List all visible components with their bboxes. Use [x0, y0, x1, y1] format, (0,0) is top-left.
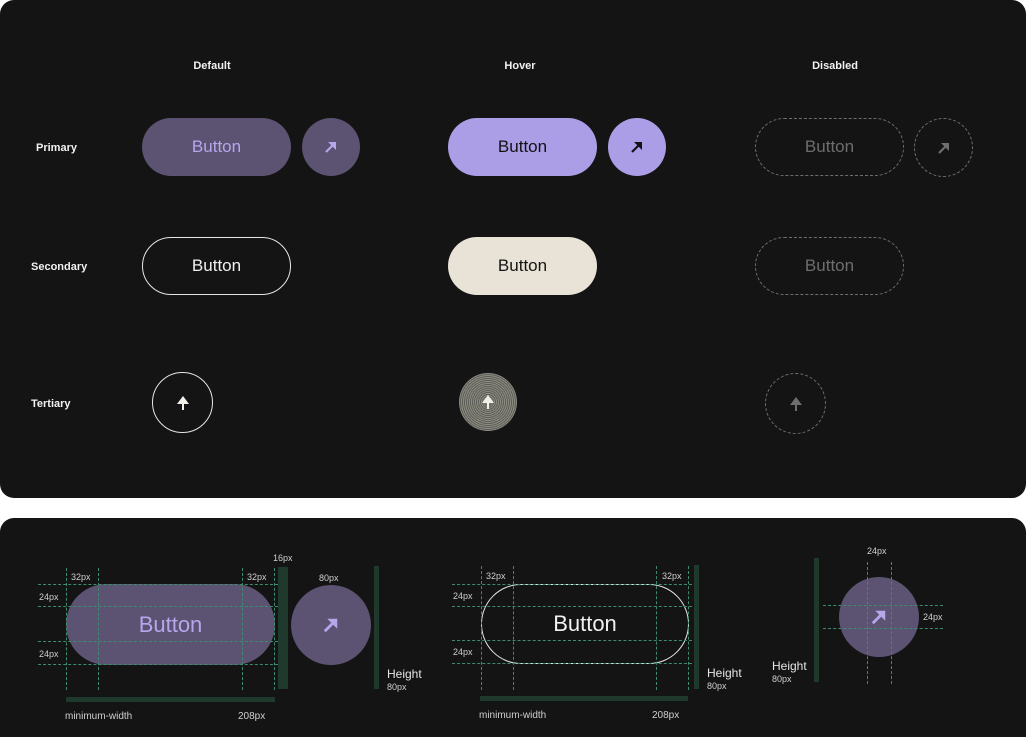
arrow-up-icon — [176, 395, 189, 410]
padding-label: 24px — [867, 546, 887, 556]
arrow-up-icon — [789, 396, 802, 411]
tertiary-icon-button-disabled[interactable] — [765, 373, 826, 434]
button-label: Button — [191, 256, 242, 275]
min-width-value: 208px — [652, 710, 680, 721]
tertiary-icon-button-default[interactable] — [152, 372, 213, 433]
primary-icon-button-disabled[interactable] — [914, 118, 973, 177]
height-label: Height — [772, 659, 807, 673]
height-value: 80px — [772, 674, 792, 684]
spec-primary-icon-button — [291, 585, 371, 665]
guide-line — [867, 562, 868, 684]
arrow-up-right-icon — [325, 142, 336, 153]
height-indicator — [374, 566, 379, 689]
button-label: Button — [497, 137, 548, 156]
padding-label: 32px — [662, 571, 682, 581]
button-label: Button — [138, 611, 203, 637]
height-label: Height — [387, 667, 422, 681]
padding-label: 32px — [247, 572, 267, 582]
primary-button-hover[interactable]: Button — [448, 118, 597, 176]
min-width-label: minimum-width — [479, 710, 547, 721]
column-header-default: Default — [193, 60, 231, 72]
guide-line — [66, 568, 67, 690]
secondary-button-disabled[interactable]: Button — [755, 237, 904, 295]
arrow-up-right-icon — [937, 142, 949, 154]
button-states-panel: Default Hover Disabled Primary Secondary… — [0, 0, 1026, 498]
tertiary-icon-button-hover[interactable] — [459, 373, 517, 431]
button-label: Button — [497, 256, 548, 275]
primary-button-disabled[interactable]: Button — [755, 118, 904, 176]
primary-icon-button-default[interactable] — [302, 118, 360, 176]
guide-line — [481, 566, 482, 690]
padding-label: 24px — [453, 591, 473, 601]
button-label: Button — [804, 137, 855, 156]
primary-button-default[interactable]: Button — [142, 118, 291, 176]
width-indicator — [480, 696, 688, 701]
height-indicator — [814, 558, 819, 682]
padding-label: 24px — [453, 647, 473, 657]
arrow-up-right-icon — [871, 610, 886, 625]
height-indicator — [694, 565, 699, 689]
button-label: Button — [553, 611, 617, 636]
guide-line — [823, 605, 943, 606]
gap-indicator — [278, 567, 288, 689]
guide-line — [823, 628, 943, 629]
height-value: 80px — [387, 682, 407, 692]
column-header-disabled: Disabled — [812, 60, 858, 72]
width-indicator — [66, 697, 275, 702]
padding-label: 32px — [71, 572, 91, 582]
height-value: 80px — [707, 681, 727, 691]
size-label: 80px — [319, 573, 339, 583]
primary-icon-button-hover[interactable] — [608, 118, 666, 176]
padding-label: 24px — [39, 649, 59, 659]
padding-label: 24px — [923, 612, 943, 622]
arrow-up-icon — [482, 395, 494, 409]
guide-line — [513, 566, 514, 690]
button-label: Button — [804, 256, 855, 275]
arrow-up-right-icon — [631, 142, 642, 153]
guide-line — [688, 566, 689, 690]
guide-line — [656, 566, 657, 690]
column-header-hover: Hover — [504, 60, 536, 72]
spec-icon-button — [839, 577, 919, 657]
guide-line — [274, 568, 275, 690]
gap-label: 16px — [273, 553, 293, 563]
padding-label: 32px — [486, 571, 506, 581]
min-width-value: 208px — [238, 711, 266, 722]
guide-line — [98, 568, 99, 690]
height-label: Height — [707, 666, 742, 680]
arrow-up-right-icon — [323, 618, 338, 633]
row-header-tertiary: Tertiary — [31, 398, 71, 410]
row-header-primary: Primary — [36, 142, 77, 154]
secondary-button-hover[interactable]: Button — [448, 237, 597, 295]
secondary-button-default[interactable]: Button — [142, 237, 291, 295]
button-label: Button — [191, 137, 242, 156]
button-spec-panel: Button 32px 32px 24px 24px 16px 80px Hei… — [0, 518, 1026, 737]
guide-line — [242, 568, 243, 690]
guide-line — [891, 562, 892, 684]
row-header-secondary: Secondary — [31, 261, 88, 273]
padding-label: 24px — [39, 592, 59, 602]
min-width-label: minimum-width — [65, 711, 133, 722]
